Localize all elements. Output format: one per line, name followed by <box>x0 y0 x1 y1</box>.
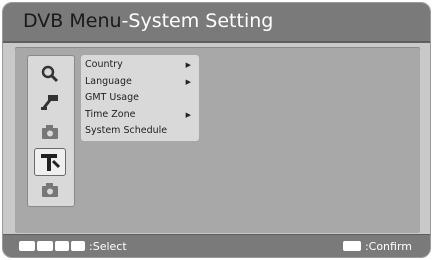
camera-icon[interactable] <box>38 122 62 142</box>
down-key-icon <box>71 241 85 251</box>
menu-item-gmt-usage[interactable]: GMT Usage <box>81 90 199 107</box>
title-suffix: System Setting <box>128 10 274 32</box>
menu-item-label: GMT Usage <box>85 92 139 103</box>
menu-item-time-zone[interactable]: Time Zone ▶ <box>81 107 199 124</box>
confirm-label: :Confirm <box>364 239 412 253</box>
menu-item-label: Country <box>85 59 123 70</box>
select-label: :Select <box>89 239 127 253</box>
title-prefix: DVB Menu <box>23 10 122 32</box>
left-key-icon <box>19 241 35 251</box>
menu-item-language[interactable]: Language ▶ <box>81 74 199 91</box>
osd-window: DVB Menu-System Setting Country ▶ Langua… <box>2 2 431 258</box>
tools-icon[interactable] <box>34 148 66 176</box>
page-title: DVB Menu-System Setting <box>23 10 273 32</box>
menu-item-label: Time Zone <box>85 108 136 120</box>
menu-item-label: Language <box>85 75 132 87</box>
camera-icon-2[interactable] <box>38 180 62 200</box>
hammer-icon[interactable] <box>38 92 62 112</box>
menu-item-country[interactable]: Country ▶ <box>81 57 199 74</box>
menu-item-label: System Schedule <box>85 125 168 136</box>
title-bar: DVB Menu-System Setting <box>3 3 430 43</box>
ok-key-icon <box>342 241 361 251</box>
select-hint: :Select <box>19 238 127 254</box>
footer-bar: :Select :Confirm <box>3 234 430 257</box>
confirm-hint: :Confirm <box>342 238 412 254</box>
up-key-icon <box>55 241 69 251</box>
submenu-arrow-icon: ▶ <box>185 110 191 119</box>
search-icon[interactable] <box>38 64 62 84</box>
submenu-arrow-icon: ▶ <box>185 61 191 69</box>
content-panel: Country ▶ Language ▶ GMT Usage Time Zone… <box>15 47 420 233</box>
right-key-icon <box>37 241 53 251</box>
menu-item-system-schedule[interactable]: System Schedule <box>81 123 199 140</box>
settings-menu: Country ▶ Language ▶ GMT Usage Time Zone… <box>81 55 199 141</box>
category-sidebar <box>27 55 75 207</box>
submenu-arrow-icon: ▶ <box>185 77 191 86</box>
